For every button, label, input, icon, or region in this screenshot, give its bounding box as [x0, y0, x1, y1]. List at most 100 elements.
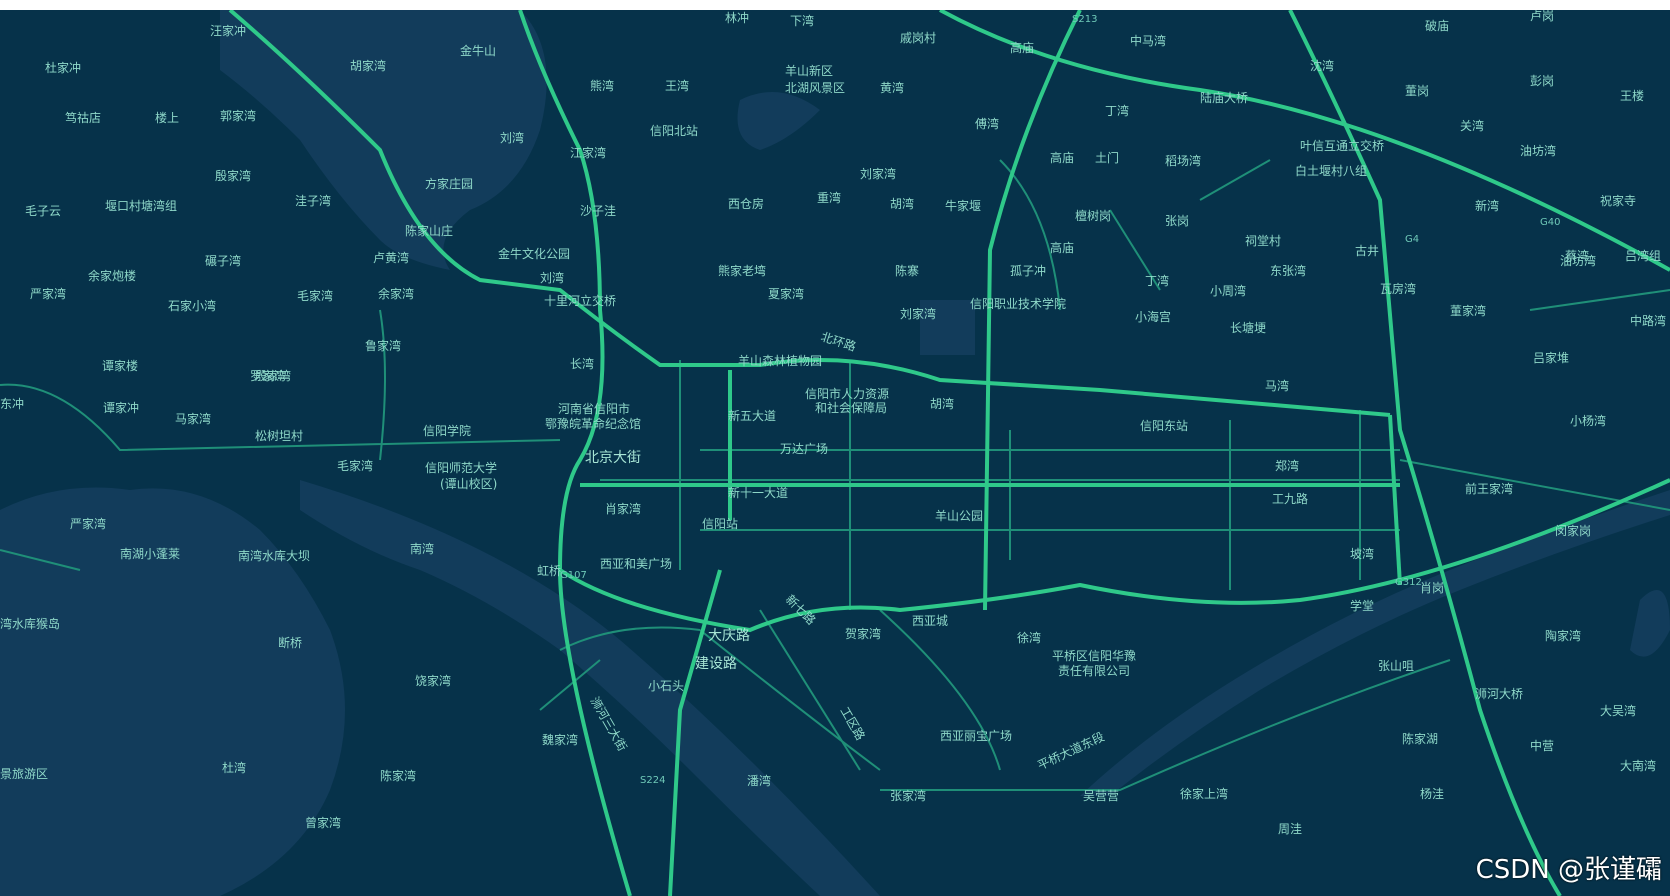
place-label: 胡湾	[890, 196, 914, 211]
place-label: 中营	[1530, 738, 1554, 753]
place-label: 羊山新区	[785, 63, 833, 78]
place-label: 熊家老塆	[718, 263, 766, 278]
place-label: 刘湾	[500, 130, 524, 145]
place-label: 碾子湾	[205, 253, 241, 268]
place-label: 张岗	[1165, 214, 1189, 228]
place-label: 陆庙大桥	[1200, 90, 1248, 105]
place-label: 景旅游区	[0, 767, 48, 781]
place-label: 瓦房湾	[1380, 281, 1416, 296]
place-label: 中马湾	[1130, 33, 1166, 48]
place-label: 大庆路	[708, 628, 750, 644]
water-bodies	[0, 10, 1670, 896]
place-label: 蔡湾	[1565, 248, 1589, 263]
place-label: 肖家湾	[605, 501, 641, 516]
place-label: 小海宫	[1135, 309, 1171, 324]
map-layer[interactable]: 汪家冲胡家湾 金牛山 林冲 下湾戚岗村高庙 中马湾沈湾 破庙 卢岗杜家冲熊湾 王湾 羊山新区北湖…	[0, 10, 1670, 896]
place-label: 胡家湾	[350, 58, 386, 73]
place-label: 新五大道	[728, 408, 776, 423]
place-label: 和社会保障局	[815, 400, 887, 415]
place-label: 建设路	[695, 656, 737, 672]
place-label: 责任有限公司	[1058, 664, 1130, 678]
place-label: 虹桥	[537, 564, 561, 578]
place-label: 吕家堆	[1533, 350, 1569, 365]
place-label: 沙子洼	[580, 204, 616, 218]
place-label: 中路湾	[1630, 313, 1666, 328]
place-label: 东张湾	[1270, 263, 1306, 278]
place-label: 信阳站	[702, 517, 738, 531]
place-label: 坡湾	[1350, 546, 1374, 561]
place-label: 祝家寺	[1600, 193, 1636, 208]
place-label: 傅湾	[975, 116, 999, 131]
place-label: 西亚丽宝广场	[940, 729, 1012, 743]
place-label: 南湾水库大坝	[238, 548, 310, 563]
place-label: 熊湾	[590, 78, 614, 93]
place-label: 南湾	[410, 541, 434, 556]
road-name-label: 北环路	[819, 329, 858, 354]
place-label: 丁湾	[1145, 273, 1169, 288]
place-label: 浉河大桥	[1475, 687, 1523, 701]
place-label: 祠堂村	[1245, 234, 1281, 248]
place-label: 羊山森林植物园	[738, 353, 822, 368]
place-label: 刘湾	[540, 270, 564, 285]
place-label: 沈湾	[1310, 58, 1334, 73]
place-label: 湾水库猴岛	[0, 616, 60, 631]
place-label: 潘湾	[747, 773, 771, 788]
place-label: 楼上	[155, 110, 179, 125]
place-label: 徐家上湾	[1180, 786, 1228, 801]
place-label: 罗家湾	[250, 368, 286, 383]
place-label: 土门	[1095, 150, 1119, 165]
place-label: 油坊湾	[1520, 143, 1556, 158]
place-label: 大吴湾	[1600, 703, 1636, 718]
place-label: 金牛文化公园	[498, 246, 570, 261]
highway-shield-label: G312	[1395, 577, 1422, 588]
place-label: 叶信互通立交桥	[1300, 138, 1384, 153]
place-label: 洼子湾	[295, 193, 331, 208]
place-label: 万达广场	[780, 442, 828, 456]
place-label: 马湾	[1265, 378, 1289, 393]
place-label: 断桥	[278, 635, 302, 650]
place-label: 曾家湾	[305, 815, 341, 830]
place-label: 关湾	[1460, 118, 1484, 133]
place-label: 饶家湾	[415, 673, 451, 688]
place-label: 陈家湾	[380, 768, 416, 783]
place-label: 卢黄湾	[373, 250, 409, 265]
place-label: 董家湾	[1450, 303, 1486, 318]
place-label: 信阳市人力资源	[805, 386, 889, 401]
place-label: 堰口村塘湾组	[105, 198, 177, 213]
place-label: 汪家冲	[210, 23, 246, 38]
place-label: 陈家湖	[1402, 731, 1438, 746]
place-label: 孤子冲	[1010, 263, 1046, 278]
place-label: 西亚城	[912, 614, 948, 628]
place-label: 南湖小蓬莱	[120, 546, 180, 561]
place-label: 陈寨	[895, 263, 919, 278]
place-label: 丁湾	[1105, 103, 1129, 118]
road-east-loop	[1388, 414, 1402, 586]
place-label: 毛子云	[25, 204, 61, 218]
place-label: 羊山公园	[935, 508, 983, 523]
place-label: 马家湾	[175, 411, 211, 426]
place-label: 新十一大道	[728, 485, 788, 500]
place-label: 严家湾	[70, 516, 106, 531]
map-canvas[interactable]: 汪家冲 胡家湾 金牛山 林冲 下湾 戚岗村 高庙 中马湾 沈湾 破庙 卢岗 杜家冲 熊湾 王湾 羊山新区 北湖…	[0, 10, 1670, 896]
place-label: 贺家湾	[845, 626, 881, 641]
place-label: 工九路	[1272, 491, 1308, 506]
place-label: 石家小湾	[168, 298, 216, 313]
place-label: 长塘埂	[1230, 320, 1266, 335]
place-label: 王楼	[1620, 88, 1644, 103]
place-label: 毛家湾	[297, 288, 333, 303]
place-label: 北湖风景区	[785, 80, 845, 95]
place-label: 刘家湾	[900, 306, 936, 321]
place-label: 前王家湾	[1465, 481, 1513, 496]
place-label: 戚岗村	[900, 31, 936, 45]
place-label: 十里河立交桥	[544, 293, 616, 308]
place-label: 长湾	[570, 356, 594, 371]
place-label: 学堂	[1350, 598, 1374, 613]
highway-shield-label: G107	[560, 570, 587, 581]
place-label: 古井	[1355, 243, 1379, 258]
place-label: 大南湾	[1620, 758, 1656, 773]
place-label: 信阳东站	[1140, 419, 1188, 433]
place-label: 吴营营	[1083, 789, 1119, 803]
place-label: 檀树岗	[1075, 208, 1111, 223]
lake-north	[220, 10, 547, 270]
place-label: 平桥区信阳华豫	[1052, 649, 1136, 663]
